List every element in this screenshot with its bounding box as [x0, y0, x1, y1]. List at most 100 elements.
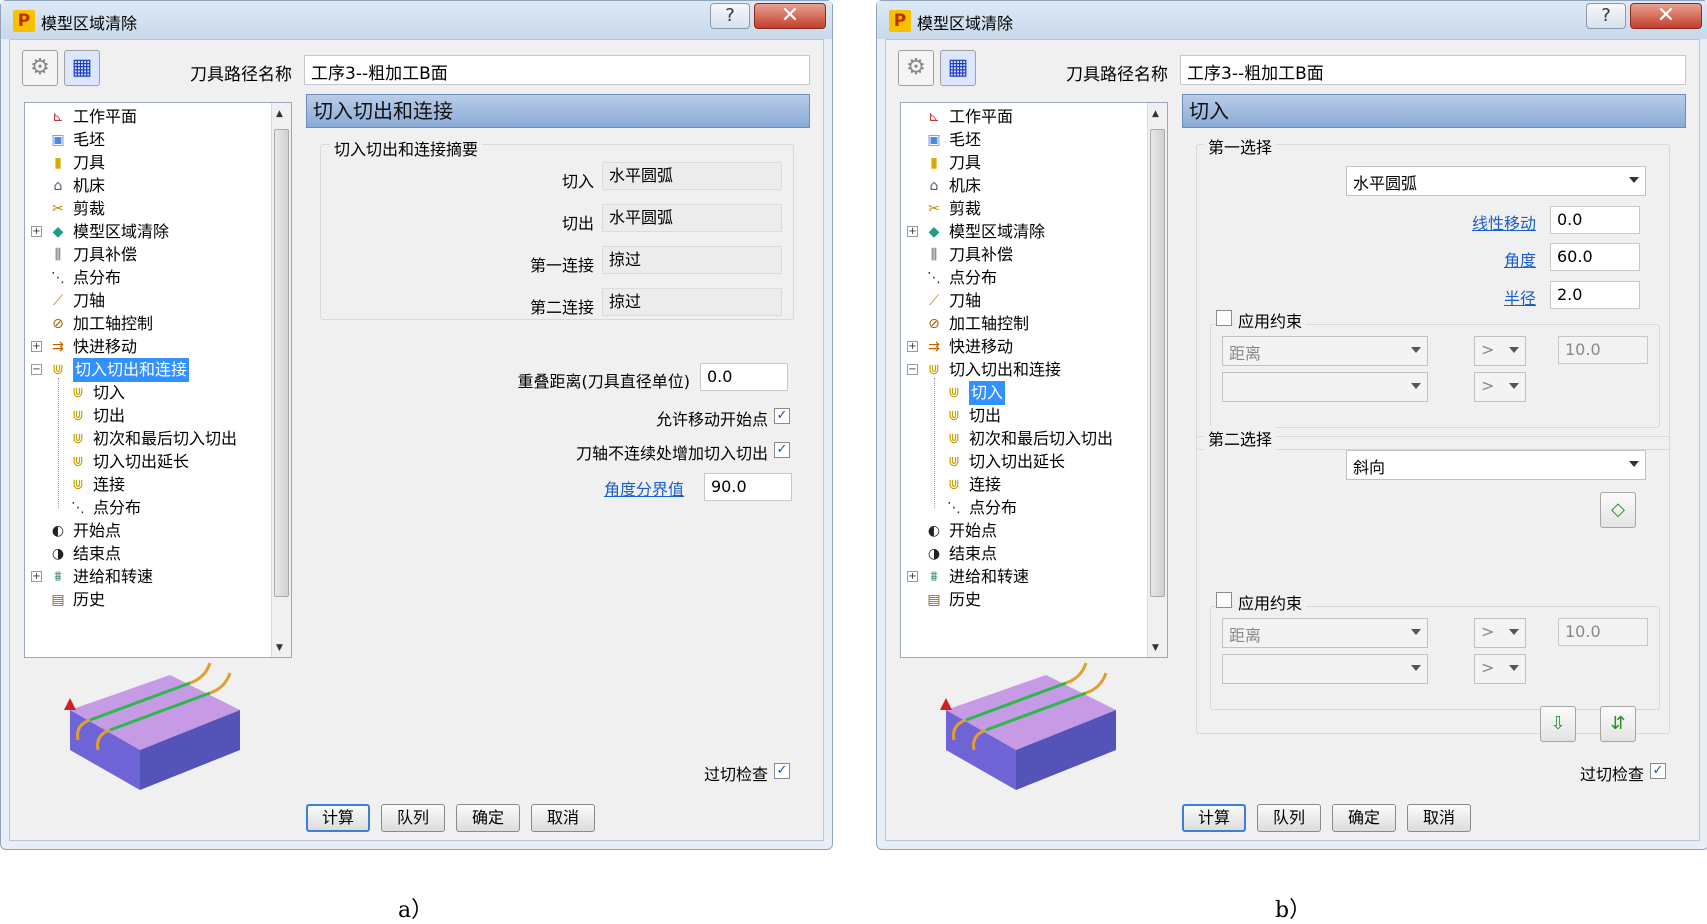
- tree-item[interactable]: ◐ 开始点: [925, 519, 997, 543]
- title-bar[interactable]: P 模型区域清除 ? ✕: [1, 1, 832, 39]
- second-choice-select[interactable]: 斜向: [1346, 450, 1646, 480]
- tree-item[interactable]: ⋓ 切入切出和连接: [925, 358, 1061, 382]
- tree-item[interactable]: ▮ 刀具: [49, 151, 105, 175]
- toolpath-preview-icon[interactable]: ▦: [64, 50, 100, 86]
- expand-icon[interactable]: +: [907, 571, 918, 582]
- scroll-up-icon[interactable]: ▲: [276, 109, 283, 119]
- tree-item[interactable]: ⋓ 切入: [69, 381, 125, 405]
- scroll-down-icon[interactable]: ▼: [1152, 643, 1159, 653]
- angle-link[interactable]: 角度: [1426, 247, 1536, 271]
- tree-item[interactable]: ⋓ 切入: [945, 381, 1006, 405]
- apply-constraint-checkbox[interactable]: [1216, 310, 1232, 326]
- angle-input[interactable]: 60.0: [1550, 243, 1640, 271]
- scroll-up-icon[interactable]: ▲: [1152, 109, 1159, 119]
- constraint-value-input[interactable]: 10.0: [1558, 618, 1648, 646]
- expand-icon[interactable]: +: [31, 226, 42, 237]
- constraint-type-select[interactable]: 距离: [1222, 336, 1428, 366]
- copy-to-lead-out-icon[interactable]: ⇩: [1540, 706, 1576, 742]
- tree-item[interactable]: ⋓ 切入切出延长: [945, 450, 1065, 474]
- collapse-icon[interactable]: −: [31, 364, 42, 375]
- ok-button[interactable]: 确定: [456, 804, 520, 832]
- tree-item[interactable]: ◑ 结束点: [49, 542, 121, 566]
- tree-item[interactable]: ◐ 开始点: [49, 519, 121, 543]
- tree-item[interactable]: ⫼ 刀具补偿: [925, 243, 1013, 267]
- tree-item[interactable]: ⫼ 刀具补偿: [49, 243, 137, 267]
- tree-item[interactable]: ◑ 结束点: [925, 542, 997, 566]
- constraint-type-select[interactable]: 距离: [1222, 618, 1428, 648]
- tree-item[interactable]: ⋓ 初次和最后切入切出: [945, 427, 1113, 451]
- scroll-thumb[interactable]: [274, 129, 289, 597]
- constraint-op-select[interactable]: >: [1474, 618, 1526, 648]
- radius-input[interactable]: 2.0: [1550, 281, 1640, 309]
- linear-move-input[interactable]: 0.0: [1550, 206, 1640, 234]
- first-choice-select[interactable]: 水平圆弧: [1346, 166, 1646, 196]
- add-leads-checkbox[interactable]: ✓: [774, 442, 790, 458]
- tree-item[interactable]: ✂ 剪裁: [925, 197, 981, 221]
- constraint-op-select-2[interactable]: >: [1474, 654, 1526, 684]
- constraint-type-select-2[interactable]: [1222, 654, 1428, 684]
- tree-scrollbar[interactable]: ▲ ▼: [1147, 103, 1167, 657]
- allow-move-start-checkbox[interactable]: ✓: [774, 408, 790, 424]
- radius-link[interactable]: 半径: [1426, 285, 1536, 309]
- collapse-icon[interactable]: −: [907, 364, 918, 375]
- gouge-check-checkbox[interactable]: ✓: [1650, 763, 1666, 779]
- close-button[interactable]: ✕: [1630, 3, 1702, 29]
- tree-item[interactable]: ⋓ 切入切出和连接: [49, 358, 190, 382]
- close-button[interactable]: ✕: [754, 3, 826, 29]
- tree-item[interactable]: ⇉ 快进移动: [49, 335, 137, 359]
- ok-button[interactable]: 确定: [1332, 804, 1396, 832]
- tree-item[interactable]: ⩩ 进给和转速: [925, 565, 1029, 589]
- toolpath-name-input[interactable]: 工序3--粗加工B面: [304, 55, 810, 85]
- queue-button[interactable]: 队列: [1257, 804, 1321, 832]
- scroll-down-icon[interactable]: ▼: [276, 643, 283, 653]
- tree-item[interactable]: ⋱ 点分布: [49, 266, 121, 290]
- expand-icon[interactable]: +: [907, 341, 918, 352]
- tree-scrollbar[interactable]: ▲ ▼: [271, 103, 291, 657]
- linear-move-link[interactable]: 线性移动: [1426, 210, 1536, 234]
- title-bar[interactable]: P 模型区域清除 ? ✕: [877, 1, 1707, 39]
- toolpath-preview-icon[interactable]: ▦: [940, 50, 976, 86]
- help-button[interactable]: ?: [710, 3, 750, 29]
- tree-item[interactable]: ◆ 模型区域清除: [925, 220, 1045, 244]
- tree-item[interactable]: ⋱ 点分布: [925, 266, 997, 290]
- tree-item[interactable]: ⌂ 机床: [49, 174, 105, 198]
- overlap-distance-input[interactable]: 0.0: [700, 363, 788, 391]
- tree-item[interactable]: ⋓ 连接: [69, 473, 125, 497]
- angle-threshold-link[interactable]: 角度分界值: [604, 476, 684, 500]
- apply-constraint-checkbox[interactable]: [1216, 592, 1232, 608]
- cancel-button[interactable]: 取消: [531, 804, 595, 832]
- tree-item[interactable]: ⇉ 快进移动: [925, 335, 1013, 359]
- tree-item[interactable]: ✂ 剪裁: [49, 197, 105, 221]
- constraint-op-select-2[interactable]: >: [1474, 372, 1526, 402]
- expand-icon[interactable]: +: [31, 341, 42, 352]
- angle-threshold-input[interactable]: 90.0: [704, 473, 792, 501]
- ramp-options-icon[interactable]: ◇: [1600, 492, 1636, 528]
- tree-item[interactable]: ⋱ 点分布: [945, 496, 1017, 520]
- calculate-button[interactable]: 计算: [306, 804, 370, 832]
- tree-item[interactable]: ▤ 历史: [925, 588, 981, 612]
- help-button[interactable]: ?: [1586, 3, 1626, 29]
- expand-icon[interactable]: +: [31, 571, 42, 582]
- tree-item[interactable]: ⊘ 加工轴控制: [925, 312, 1029, 336]
- scroll-thumb[interactable]: [1150, 129, 1165, 597]
- tree-item[interactable]: ⊾ 工作平面: [49, 105, 137, 129]
- constraint-value-input[interactable]: 10.0: [1558, 336, 1648, 364]
- tree-item[interactable]: ⌂ 机床: [925, 174, 981, 198]
- expand-icon[interactable]: +: [907, 226, 918, 237]
- queue-button[interactable]: 队列: [381, 804, 445, 832]
- tree-item[interactable]: ⋓ 初次和最后切入切出: [69, 427, 237, 451]
- tree-item[interactable]: ⊾ 工作平面: [925, 105, 1013, 129]
- strategy-icon[interactable]: ⚙: [898, 50, 934, 86]
- tree-item[interactable]: ⋓ 切出: [945, 404, 1001, 428]
- tree-item[interactable]: ⋓ 切入切出延长: [69, 450, 189, 474]
- tree-item[interactable]: ⋓ 连接: [945, 473, 1001, 497]
- toolpath-name-input[interactable]: 工序3--粗加工B面: [1180, 55, 1686, 85]
- tree-item[interactable]: ⋱ 点分布: [69, 496, 141, 520]
- gouge-check-checkbox[interactable]: ✓: [774, 763, 790, 779]
- tree-item[interactable]: ▮ 刀具: [925, 151, 981, 175]
- tree-item[interactable]: ⋓ 切出: [69, 404, 125, 428]
- tree-item[interactable]: ⊘ 加工轴控制: [49, 312, 153, 336]
- tree-item[interactable]: ▣ 毛坯: [925, 128, 981, 152]
- tree-item[interactable]: ⟋ 刀轴: [49, 289, 105, 313]
- constraint-op-select[interactable]: >: [1474, 336, 1526, 366]
